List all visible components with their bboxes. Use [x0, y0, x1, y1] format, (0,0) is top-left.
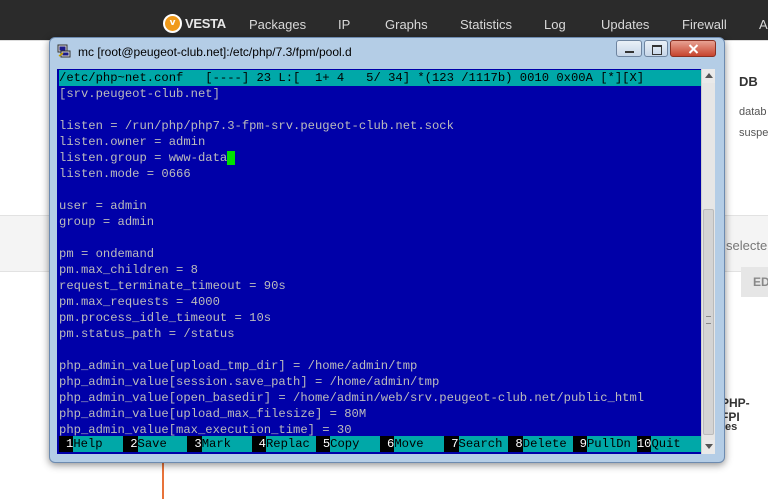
line-9: group = admin [59, 215, 155, 229]
suspend-line: suspe [739, 127, 768, 139]
window-titlebar[interactable]: mc [root@peugeot-club.net]:/etc/php/7.3/… [50, 38, 724, 66]
fkey-help[interactable]: 1 Help [59, 436, 124, 452]
minimize-icon [625, 51, 634, 53]
minimize-button[interactable] [616, 40, 642, 57]
vertical-scrollbar[interactable] [701, 69, 715, 454]
line-15: pm.process_idle_timeout = 10s [59, 311, 272, 325]
line-6: listen.mode = 0666 [59, 167, 191, 181]
maximize-button[interactable] [644, 40, 668, 57]
line-19: php_admin_value[session.save_path] = /ho… [59, 375, 440, 389]
fkey-delete[interactable]: 8 Delete [508, 436, 573, 452]
scroll-thumb[interactable] [703, 209, 714, 435]
nav-firewall[interactable]: Firewall [682, 17, 727, 32]
line-12: pm.max_children = 8 [59, 263, 198, 277]
terminal-window[interactable]: mc [root@peugeot-club.net]:/etc/php/7.3/… [49, 37, 725, 463]
es-label: es [725, 421, 738, 433]
line-3: listen = /run/php/php7.3-fpm-srv.peugeot… [59, 119, 454, 133]
nav-log[interactable]: Log [544, 17, 566, 32]
close-icon [688, 44, 699, 54]
fkey-pulldown[interactable]: 9 PullDn [572, 436, 637, 452]
editor-content[interactable]: /etc/php~net.conf [----] 23 L:[ 1+ 4 5/ … [59, 70, 701, 438]
db-line: datab [739, 106, 767, 118]
editor-status-line: /etc/php~net.conf [----] 23 L:[ 1+ 4 5/ … [59, 70, 701, 86]
nav-graphs[interactable]: Graphs [385, 17, 428, 32]
scroll-up-button[interactable] [702, 69, 715, 83]
php-fpm-label: PHP-FPI [721, 396, 750, 424]
line-21: php_admin_value[upload_max_filesize] = 8… [59, 407, 367, 421]
fkey-mark[interactable]: 3 Mark [187, 436, 252, 452]
fkey-replace[interactable]: 4 Replac [251, 436, 316, 452]
line-4: listen.owner = admin [59, 135, 206, 149]
line-14: pm.max_requests = 4000 [59, 295, 220, 309]
fkey-save[interactable]: 2 Save [123, 436, 188, 452]
arrow-up-icon [705, 73, 713, 78]
line-11: pm = ondemand [59, 247, 155, 261]
line-22: php_admin_value[max_execution_time] = 30 [59, 423, 352, 437]
arrow-down-icon [705, 444, 713, 449]
scroll-down-button[interactable] [702, 440, 715, 454]
text-cursor [227, 151, 235, 165]
line-20: php_admin_value[open_basedir] = /home/ad… [59, 391, 645, 405]
vesta-logo-icon: v [163, 14, 182, 33]
vesta-logo-text: VESTA [185, 16, 226, 31]
line-5: listen.group = www-data [59, 151, 228, 165]
line-18: php_admin_value[upload_tmp_dir] = /home/… [59, 359, 418, 373]
line-16: pm.status_path = /status [59, 327, 235, 341]
edit-button[interactable]: ED [741, 267, 768, 297]
nav-ip[interactable]: IP [338, 17, 350, 32]
mc-editor[interactable]: /etc/php~net.conf [----] 23 L:[ 1+ 4 5/ … [57, 69, 715, 454]
nav-statistics[interactable]: Statistics [460, 17, 512, 32]
grip-icon [706, 316, 711, 324]
close-button[interactable] [670, 40, 716, 57]
line-13: request_terminate_timeout = 90s [59, 279, 286, 293]
vesta-top-nav: v VESTA Packages IP Graphs Statistics Lo… [0, 0, 768, 40]
nav-more[interactable]: A [759, 17, 768, 32]
fkey-copy[interactable]: 5 Copy [315, 436, 381, 452]
nav-updates[interactable]: Updates [601, 17, 649, 32]
putty-icon [57, 44, 71, 58]
fkey-quit[interactable]: 10 Quit [636, 436, 702, 452]
timeline-line [162, 462, 164, 499]
line-8: user = admin [59, 199, 147, 213]
maximize-icon [652, 45, 662, 55]
nav-packages[interactable]: Packages [249, 17, 306, 32]
line-1: [srv.peugeot-club.net] [59, 87, 220, 101]
function-key-bar: 1 Help 2 Save 3 Mark 4 Replac 5 Copy 6 Move 7S… [59, 436, 702, 452]
selected-dropdown[interactable]: selecte [726, 238, 767, 253]
vesta-logo[interactable]: v VESTA [163, 14, 226, 33]
window-title: mc [root@peugeot-club.net]:/etc/php/7.3/… [78, 45, 352, 59]
fkey-search[interactable]: 7 Search [444, 436, 509, 452]
db-heading: DB [739, 74, 758, 89]
fkey-move[interactable]: 6 Move [380, 436, 445, 452]
